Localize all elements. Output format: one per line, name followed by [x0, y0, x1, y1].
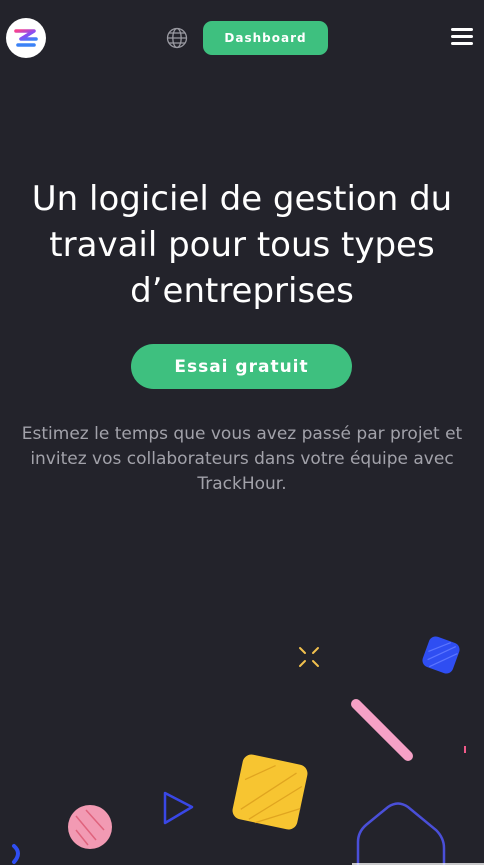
- pink-bar-shape: [351, 699, 413, 761]
- globe-icon[interactable]: [166, 27, 188, 49]
- pink-ball-shape: [68, 805, 112, 849]
- dashboard-button[interactable]: Dashboard: [203, 21, 328, 55]
- free-trial-button[interactable]: Essai gratuit: [131, 344, 352, 389]
- hero-subtitle: Estimez le temps que vous avez passé par…: [21, 424, 463, 494]
- hero-title: Un logiciel de gestion du travail pour t…: [31, 179, 453, 311]
- yellow-square-shape: [232, 754, 308, 830]
- top-navbar: Dashboard: [0, 0, 484, 76]
- logo-icon[interactable]: [6, 18, 46, 58]
- play-triangle-shape: [163, 791, 194, 825]
- decorative-shapes: [12, 636, 484, 865]
- hamburger-menu-icon[interactable]: [451, 28, 473, 46]
- blue-square-shape: [422, 636, 460, 674]
- outline-triangle-shape: [356, 802, 446, 865]
- blue-edge-shape: [12, 844, 20, 864]
- sparkle-icon: [299, 647, 319, 667]
